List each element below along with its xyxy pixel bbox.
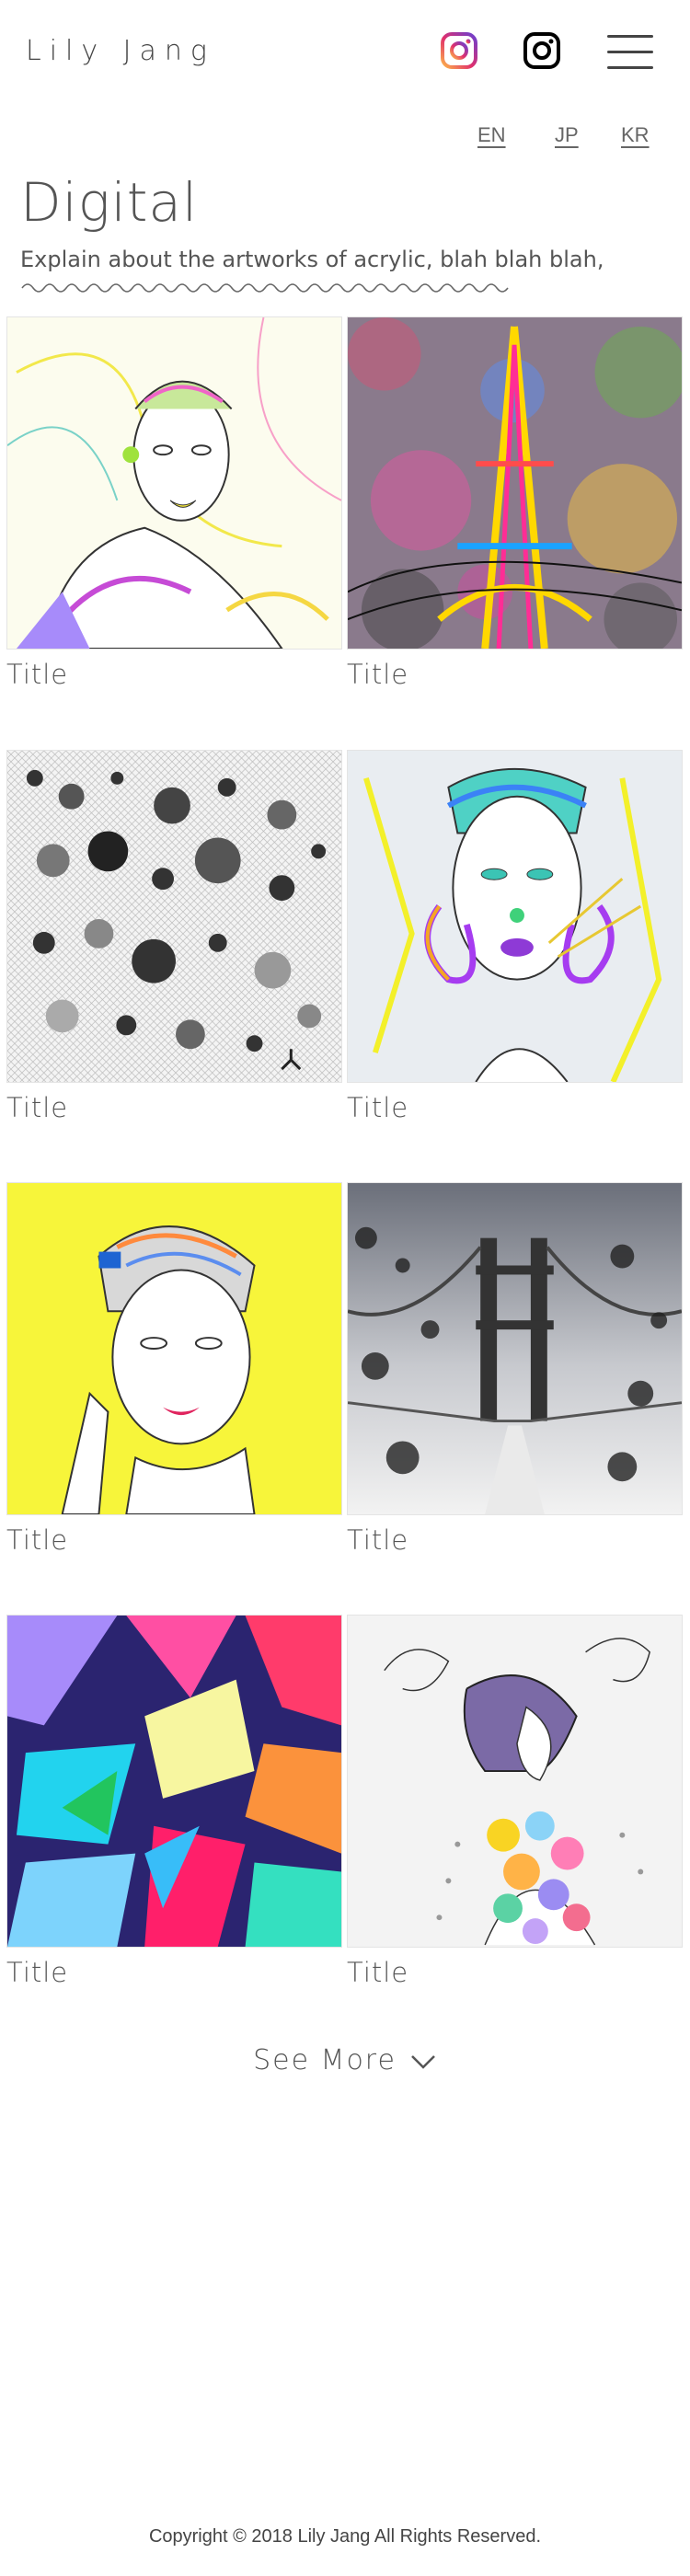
hamburger-menu-icon[interactable]: [607, 33, 653, 72]
artwork-title: Title: [6, 659, 69, 690]
artwork-image[interactable]: [347, 1182, 683, 1515]
gallery-card[interactable]: Title: [6, 750, 342, 1123]
artwork-image[interactable]: [6, 1182, 342, 1515]
artwork-title: Title: [347, 1524, 409, 1556]
instagram-icon[interactable]: [523, 31, 561, 70]
artwork-image[interactable]: [6, 1615, 342, 1948]
page-subtitle: Explain about the artworks of acrylic, b…: [20, 247, 604, 272]
gallery-card[interactable]: Title: [347, 1615, 683, 1988]
site-logo[interactable]: Lily Jang: [26, 35, 215, 67]
artwork-title: Title: [6, 1092, 69, 1123]
gallery-card[interactable]: Title: [6, 316, 342, 690]
gallery-card[interactable]: Title: [347, 316, 683, 690]
artwork-image[interactable]: [347, 1615, 683, 1948]
lang-jp-link[interactable]: JP: [555, 123, 579, 147]
lang-en-link[interactable]: EN: [477, 123, 506, 147]
gallery-card[interactable]: Title: [6, 1615, 342, 1988]
lang-kr-link[interactable]: KR: [621, 123, 650, 147]
decorative-squiggle: [21, 283, 509, 293]
footer-copyright: Copyright © 2018 Lily Jang All Rights Re…: [148, 2526, 542, 2547]
see-more-button[interactable]: See More: [0, 2044, 690, 2076]
artwork-image[interactable]: [6, 750, 342, 1083]
artwork-image[interactable]: [347, 316, 683, 650]
gallery-card[interactable]: Title: [6, 1182, 342, 1556]
artwork-image[interactable]: [347, 750, 683, 1083]
artwork-title: Title: [347, 1957, 409, 1988]
artwork-image[interactable]: [6, 316, 342, 650]
page-title: Digital: [20, 171, 199, 234]
see-more-label: See More: [253, 2044, 397, 2076]
instagram-color-icon[interactable]: [440, 31, 478, 70]
chevron-down-icon: [411, 2054, 435, 2069]
artwork-title: Title: [347, 1092, 409, 1123]
artwork-title: Title: [347, 659, 409, 690]
gallery-card[interactable]: Title: [347, 750, 683, 1123]
gallery-card[interactable]: Title: [347, 1182, 683, 1556]
artwork-title: Title: [6, 1524, 69, 1556]
artwork-title: Title: [6, 1957, 69, 1988]
